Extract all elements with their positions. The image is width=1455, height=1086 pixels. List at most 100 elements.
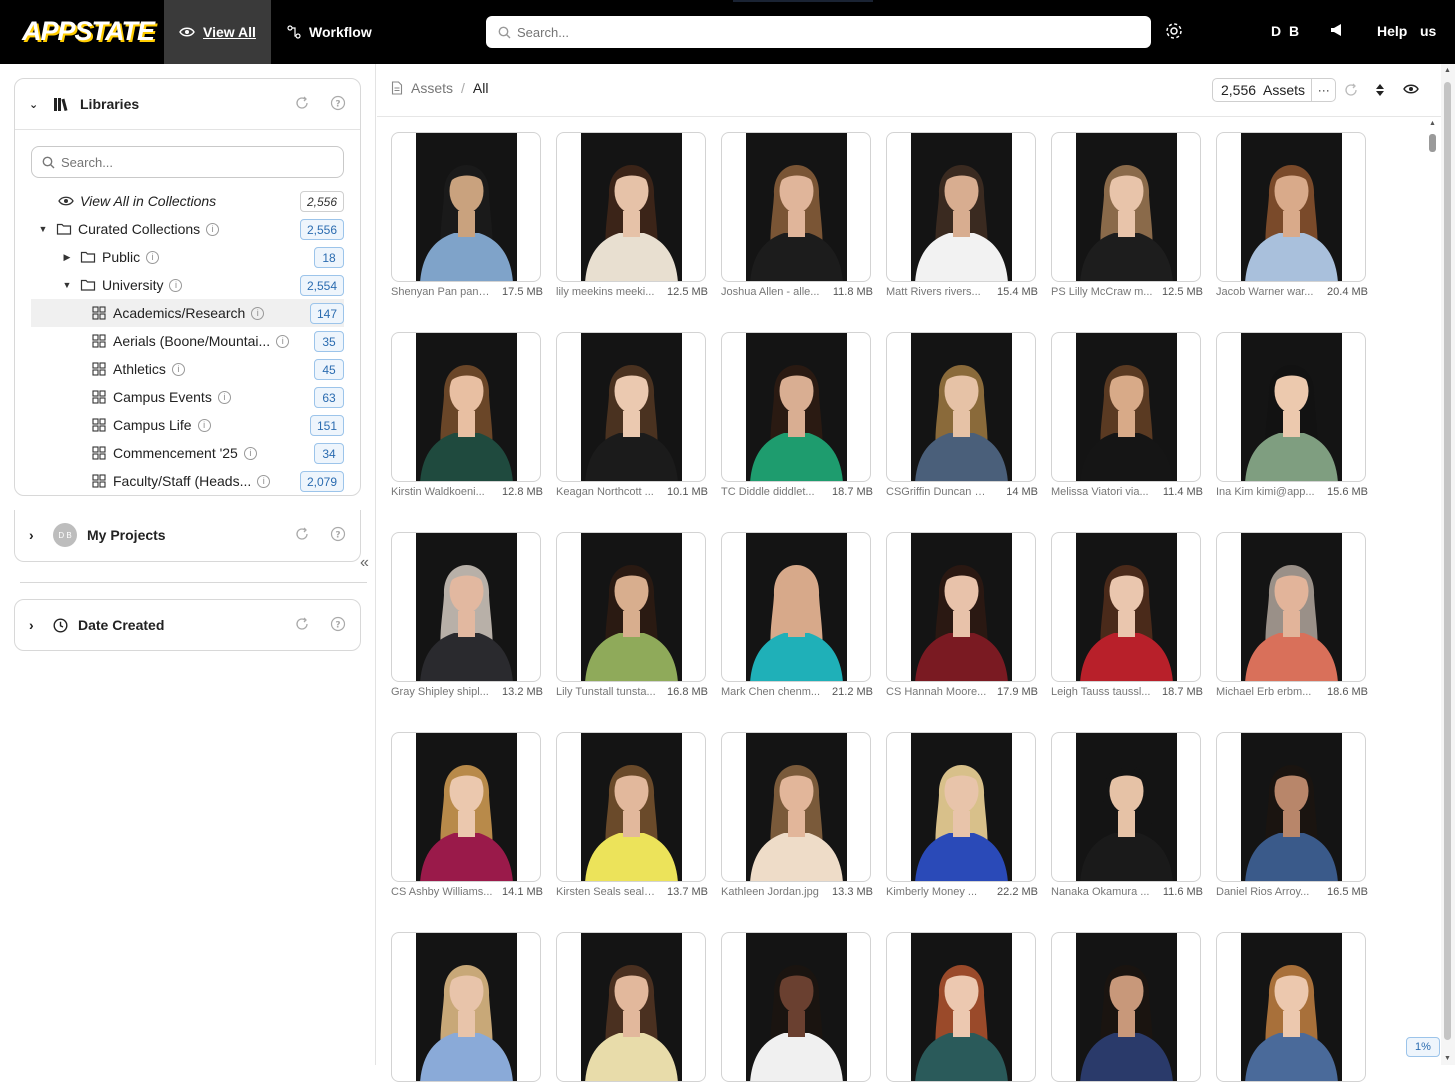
help-circle-icon[interactable]: ? <box>330 526 346 542</box>
asset-card[interactable]: Matt Rivers rivers... 15.4 MB <box>886 132 1038 298</box>
asset-thumbnail[interactable] <box>556 332 706 482</box>
chevron-down-icon[interactable]: ⌄ <box>29 98 43 111</box>
view-all-in-collections[interactable]: View All in Collections 2,556 <box>31 187 344 215</box>
libraries-header[interactable]: ⌄ Libraries ? <box>15 79 360 129</box>
info-icon[interactable]: i <box>276 334 290 348</box>
asset-card[interactable]: Lily Tunstall tunsta... 16.8 MB <box>556 532 708 698</box>
asset-thumbnail[interactable] <box>391 132 541 282</box>
asset-thumbnail[interactable] <box>1216 332 1366 482</box>
info-icon[interactable]: i <box>171 362 185 376</box>
caret-right-icon[interactable]: ▶ <box>60 252 74 263</box>
caret-down-icon[interactable]: ▼ <box>60 280 74 290</box>
asset-card[interactable] <box>1051 932 1201 1086</box>
asset-thumbnail[interactable] <box>391 332 541 482</box>
asset-thumbnail[interactable] <box>1216 732 1366 882</box>
asset-thumbnail[interactable] <box>721 732 871 882</box>
asset-card[interactable]: Daniel Rios Arroy... 16.5 MB <box>1216 732 1368 898</box>
asset-filename[interactable]: Michael Erb erbm... <box>1216 686 1318 698</box>
page-scrollbar[interactable]: ▲ ▼ <box>1441 64 1455 1065</box>
asset-filename[interactable]: Leigh Tauss taussl... <box>1051 686 1153 698</box>
asset-filename[interactable]: Keagan Northcott ... <box>556 486 658 498</box>
asset-thumbnail[interactable] <box>886 532 1036 682</box>
appstate-logo[interactable]: APPSTATE <box>22 16 155 46</box>
asset-thumbnail[interactable] <box>1216 532 1366 682</box>
info-icon[interactable]: i <box>146 250 160 264</box>
asset-card[interactable]: Keagan Northcott ... 10.1 MB <box>556 332 708 498</box>
asset-filename[interactable]: Shenyan Pan pans... <box>391 286 493 298</box>
asset-card[interactable] <box>886 932 1036 1086</box>
asset-card[interactable]: CS Ashby Williams... 14.1 MB <box>391 732 543 898</box>
refresh-icon[interactable] <box>294 95 310 111</box>
asset-thumbnail[interactable] <box>886 332 1036 482</box>
collapse-sidebar-icon[interactable]: « <box>360 554 369 572</box>
tree-item-campus-life[interactable]: Campus Life i 151 <box>31 411 344 439</box>
asset-card[interactable]: Kimberly Money ... 22.2 MB <box>886 732 1038 898</box>
zoom-percent-badge[interactable]: 1% <box>1406 1037 1440 1057</box>
scroll-up-icon[interactable]: ▲ <box>1429 120 1436 127</box>
asset-card[interactable]: lily meekins meeki... 12.5 MB <box>556 132 708 298</box>
asset-filename[interactable]: Jacob Warner war... <box>1216 286 1318 298</box>
refresh-icon[interactable] <box>1343 82 1359 98</box>
global-search-input[interactable] <box>517 24 1117 40</box>
tree-item-academics-research[interactable]: Academics/Research i 147 <box>31 299 344 327</box>
sort-icon[interactable] <box>1375 82 1385 98</box>
user-menu[interactable]: D B <box>1271 23 1301 39</box>
asset-thumbnail[interactable] <box>391 732 541 882</box>
asset-card[interactable]: Kirsten Seals seals... 13.7 MB <box>556 732 708 898</box>
asset-thumbnail[interactable] <box>391 532 541 682</box>
info-icon[interactable]: i <box>217 390 231 404</box>
asset-card[interactable] <box>1216 932 1366 1086</box>
asset-thumbnail[interactable] <box>556 532 706 682</box>
asset-thumbnail[interactable] <box>1051 532 1201 682</box>
asset-card[interactable] <box>391 932 541 1086</box>
grid-scrollbar[interactable]: ▲ <box>1428 120 1438 1065</box>
tree-item-campus-events[interactable]: Campus Events i 63 <box>31 383 344 411</box>
asset-thumbnail[interactable] <box>1051 732 1201 882</box>
asset-filename[interactable]: Kirstin Waldkoeni... <box>391 486 493 498</box>
asset-card[interactable]: CS Hannah Moore... 17.9 MB <box>886 532 1038 698</box>
asset-thumbnail[interactable] <box>721 532 871 682</box>
page-scrollbar-thumb[interactable] <box>1444 82 1451 1040</box>
asset-card[interactable]: Jacob Warner war... 20.4 MB <box>1216 132 1368 298</box>
asset-thumbnail[interactable] <box>556 732 706 882</box>
more-options-button[interactable]: ··· <box>1311 79 1335 101</box>
asset-card[interactable]: TC Diddle diddlet... 18.7 MB <box>721 332 873 498</box>
tree-item-university[interactable]: ▼ University i 2,554 <box>31 271 344 299</box>
asset-filename[interactable]: Ina Kim kimi@app... <box>1216 486 1318 498</box>
asset-card[interactable] <box>721 932 871 1086</box>
help-link[interactable]: Help <box>1377 23 1407 39</box>
asset-thumbnail[interactable] <box>1216 132 1366 282</box>
date-created-header[interactable]: › Date Created ? <box>15 600 360 650</box>
asset-filename[interactable]: Matt Rivers rivers... <box>886 286 988 298</box>
caret-down-icon[interactable]: ▼ <box>36 224 50 234</box>
asset-thumbnail[interactable] <box>1051 132 1201 282</box>
language-selector[interactable]: us <box>1420 23 1436 39</box>
help-circle-icon[interactable]: ? <box>330 95 346 111</box>
asset-filename[interactable]: lily meekins meeki... <box>556 286 658 298</box>
asset-card[interactable]: Nanaka Okamura ... 11.6 MB <box>1051 732 1203 898</box>
chevron-right-icon[interactable]: › <box>29 527 43 543</box>
asset-card[interactable]: Melissa Viatori via... 11.4 MB <box>1051 332 1203 498</box>
breadcrumb-assets[interactable]: Assets <box>411 80 453 96</box>
asset-card[interactable] <box>556 932 706 1086</box>
tree-item-faculty-staff[interactable]: Faculty/Staff (Heads... i 2,079 <box>31 467 344 495</box>
tree-item-aerials[interactable]: Aerials (Boone/Mountai... i 35 <box>31 327 344 355</box>
refresh-icon[interactable] <box>294 526 310 542</box>
info-icon[interactable]: i <box>197 418 211 432</box>
asset-filename[interactable]: CS Hannah Moore... <box>886 686 988 698</box>
eye-icon[interactable] <box>1403 82 1419 96</box>
asset-filename[interactable]: Gray Shipley shipl... <box>391 686 493 698</box>
asset-filename[interactable]: Lily Tunstall tunsta... <box>556 686 658 698</box>
asset-thumbnail[interactable] <box>886 132 1036 282</box>
info-icon[interactable]: i <box>251 306 265 320</box>
asset-card[interactable]: PS Lilly McCraw m... 12.5 MB <box>1051 132 1203 298</box>
asset-thumbnail[interactable] <box>721 332 871 482</box>
grid-scrollbar-thumb[interactable] <box>1429 134 1436 152</box>
global-search[interactable] <box>486 16 1151 48</box>
asset-card[interactable]: Gray Shipley shipl... 13.2 MB <box>391 532 543 698</box>
info-icon[interactable]: i <box>169 278 183 292</box>
gear-icon[interactable] <box>1164 21 1184 41</box>
asset-filename[interactable]: CS Ashby Williams... <box>391 886 493 898</box>
asset-thumbnail[interactable] <box>1051 332 1201 482</box>
nav-view-all[interactable]: View All <box>164 0 271 64</box>
